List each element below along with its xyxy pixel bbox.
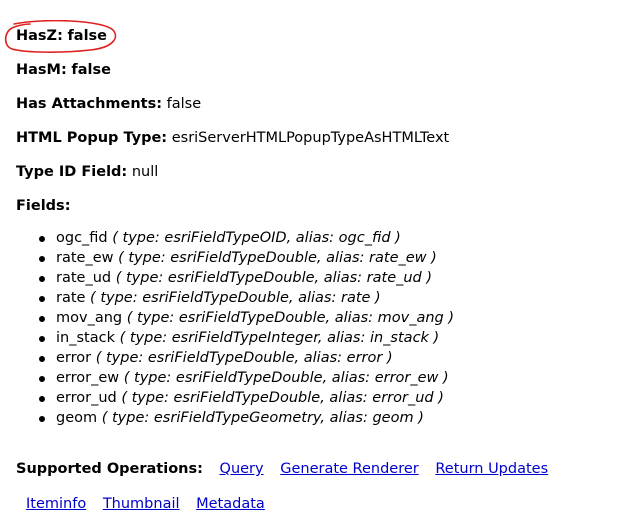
prop-html-popup-type: HTML Popup Type: esriServerHTMLPopupType… <box>16 128 449 148</box>
field-item: error_ew ( type: esriFieldTypeDouble, al… <box>36 368 454 388</box>
thumbnail-link[interactable]: Thumbnail <box>103 496 180 512</box>
field-meta-sep: , alias: <box>294 350 347 366</box>
field-meta-open: ( type: <box>114 330 172 346</box>
field-meta-open: ( type: <box>119 370 176 386</box>
field-name: rate <box>56 290 86 306</box>
field-alias: rate_ew <box>369 250 427 266</box>
field-name: in_stack <box>56 330 115 346</box>
prop-has-attachments-label: Has Attachments: <box>16 96 163 112</box>
field-alias: rate_ud <box>366 270 422 286</box>
prop-type-id-field: Type ID Field: null <box>16 162 158 182</box>
field-meta-close: ) <box>370 290 381 306</box>
prop-html-popup-type-label: HTML Popup Type: <box>16 130 168 146</box>
field-type: esriFieldTypeDouble <box>167 270 315 286</box>
field-item: mov_ang ( type: esriFieldTypeDouble, ali… <box>36 308 454 328</box>
field-item: ogc_fid ( type: esriFieldTypeOID, alias:… <box>36 228 454 248</box>
field-meta-sep: , alias: <box>320 410 373 426</box>
fields-heading: Fields: <box>16 196 71 216</box>
field-meta-open: ( type: <box>116 390 174 406</box>
bottom-links: Iteminfo Thumbnail Metadata <box>26 494 277 514</box>
query-link[interactable]: Query <box>220 461 264 477</box>
field-alias: ogc_fid <box>338 230 391 246</box>
field-meta-sep: , alias: <box>320 390 373 406</box>
field-meta-close: ) <box>428 330 440 346</box>
field-alias: mov_ang <box>377 310 444 326</box>
field-meta-sep: , alias: <box>322 370 375 386</box>
prop-hasm-label: HasM: <box>16 62 67 78</box>
field-meta-close: ) <box>421 270 433 286</box>
field-meta-sep: , alias: <box>325 310 378 326</box>
field-type: esriFieldTypeDouble <box>175 370 323 386</box>
field-type: esriFieldTypeDouble <box>173 390 321 406</box>
field-name: mov_ang <box>56 310 123 326</box>
field-name: error_ew <box>56 370 120 386</box>
field-meta-open: ( type: <box>85 290 143 306</box>
field-type: esriFieldTypeOID <box>164 230 287 246</box>
field-meta-close: ) <box>426 250 437 266</box>
fields-heading-label: Fields: <box>16 198 71 214</box>
field-meta-open: ( type: <box>91 350 148 366</box>
field-meta-sep: , alias: <box>316 250 370 266</box>
field-item: rate_ud ( type: esriFieldTypeDouble, ali… <box>36 268 454 288</box>
field-meta-close: ) <box>413 410 424 426</box>
field-item: error ( type: esriFieldTypeDouble, alias… <box>36 348 454 368</box>
field-type: esriFieldTypeGeometry <box>153 410 321 426</box>
field-meta-close: ) <box>382 350 393 366</box>
generate-renderer-link[interactable]: Generate Renderer <box>280 461 419 477</box>
prop-hasz: HasZ: false <box>16 26 107 46</box>
field-alias: error_ew <box>374 370 439 386</box>
field-alias: error <box>346 350 383 366</box>
prop-hasm: HasM: false <box>16 60 111 80</box>
field-type: esriFieldTypeDouble <box>147 350 295 366</box>
prop-hasm-value: false <box>71 62 111 78</box>
field-meta-sep: , alias: <box>314 270 367 286</box>
field-alias: geom <box>372 410 414 426</box>
field-meta-close: ) <box>438 370 449 386</box>
field-item: rate ( type: esriFieldTypeDouble, alias:… <box>36 288 454 308</box>
field-meta-open: ( type: <box>113 250 171 266</box>
field-item: error_ud ( type: esriFieldTypeDouble, al… <box>36 388 454 408</box>
prop-hasz-value: false <box>67 28 108 44</box>
field-type: esriFieldTypeDouble <box>178 310 326 326</box>
field-alias: error_ud <box>372 390 434 406</box>
field-type: esriFieldTypeInteger <box>171 330 318 346</box>
field-meta-close: ) <box>433 390 444 406</box>
prop-hasz-label: HasZ: <box>16 28 63 44</box>
field-alias: in_stack <box>369 330 429 346</box>
field-name: error_ud <box>56 390 117 406</box>
field-meta-sep: , alias: <box>286 230 339 246</box>
field-meta-sep: , alias: <box>317 330 370 346</box>
field-meta-open: ( type: <box>122 310 179 326</box>
field-meta-close: ) <box>390 230 401 246</box>
prop-type-id-field-label: Type ID Field: <box>16 164 128 180</box>
field-meta-open: ( type: <box>107 230 165 246</box>
field-meta-sep: , alias: <box>288 290 341 306</box>
field-name: rate_ud <box>56 270 112 286</box>
field-type: esriFieldTypeDouble <box>142 290 289 306</box>
field-name: ogc_fid <box>56 230 108 246</box>
prop-html-popup-type-value: esriServerHTMLPopupTypeAsHTMLText <box>171 130 450 146</box>
field-name: geom <box>56 410 98 426</box>
supported-operations: Supported Operations: Query Generate Ren… <box>16 459 548 479</box>
field-meta-open: ( type: <box>111 270 168 286</box>
return-updates-link[interactable]: Return Updates <box>435 461 548 477</box>
supported-operations-label: Supported Operations: <box>16 461 203 477</box>
iteminfo-link[interactable]: Iteminfo <box>26 496 86 512</box>
field-meta-close: ) <box>443 310 455 326</box>
field-alias: rate <box>341 290 371 306</box>
field-item: geom ( type: esriFieldTypeGeometry, alia… <box>36 408 454 428</box>
prop-has-attachments: Has Attachments: false <box>16 94 201 114</box>
metadata-link[interactable]: Metadata <box>196 496 265 512</box>
prop-type-id-field-value: null <box>131 164 159 180</box>
field-meta-open: ( type: <box>97 410 154 426</box>
field-item: rate_ew ( type: esriFieldTypeDouble, ali… <box>36 248 454 268</box>
field-item: in_stack ( type: esriFieldTypeInteger, a… <box>36 328 454 348</box>
prop-has-attachments-value: false <box>166 96 202 112</box>
field-type: esriFieldTypeDouble <box>170 250 317 266</box>
field-name: rate_ew <box>56 250 114 266</box>
field-name: error <box>56 350 92 366</box>
fields-list: ogc_fid ( type: esriFieldTypeOID, alias:… <box>36 228 454 428</box>
